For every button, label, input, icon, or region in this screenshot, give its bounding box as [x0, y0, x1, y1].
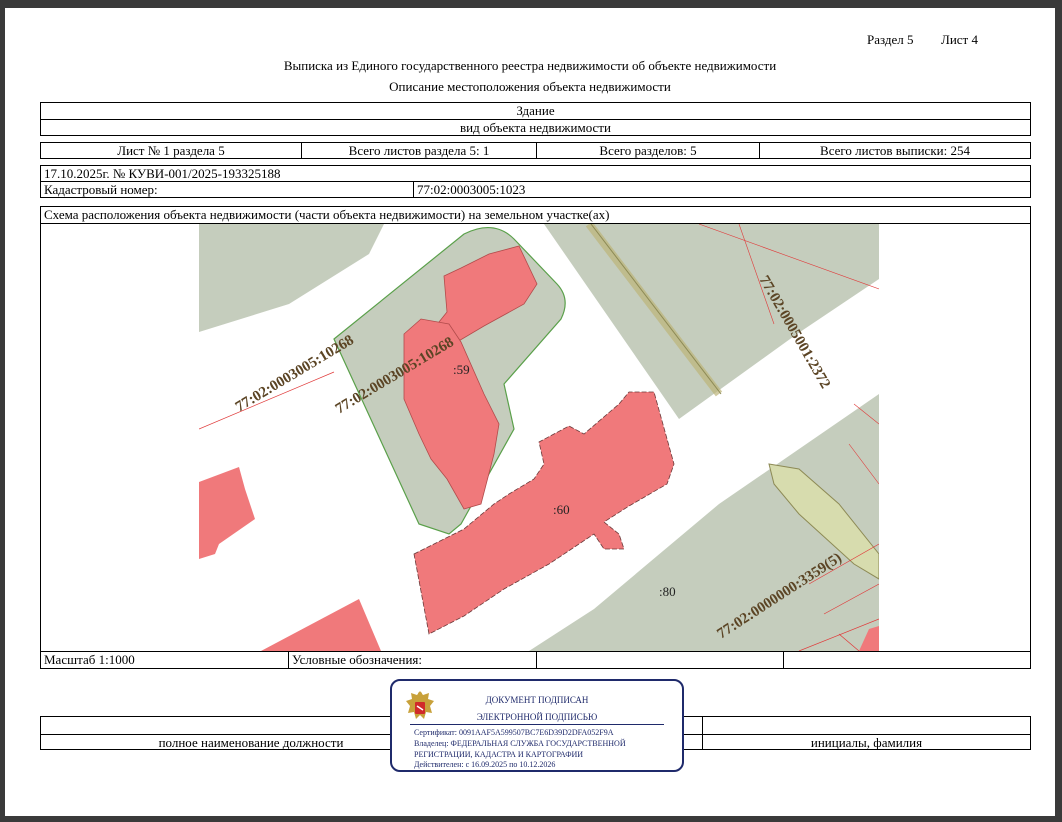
label-59: :59 — [453, 362, 470, 377]
cadastral-number: 77:02:0003005:1023 — [413, 182, 1030, 197]
cadastral-label: Кадастровый номер: — [44, 182, 158, 197]
sections-total: Всего разделов: 5 — [536, 143, 759, 158]
legend-cell-1 — [536, 652, 783, 668]
legend-row: Масштаб 1:1000 Условные обозначения: — [40, 651, 1031, 669]
name-caption: инициалы, фамилия — [810, 735, 923, 750]
map-scale: Масштаб 1:1000 — [44, 652, 135, 667]
sheets-in-section: Всего листов раздела 5: 1 — [301, 143, 536, 158]
object-type: Здание — [40, 102, 1031, 120]
label-80: :80 — [659, 584, 676, 599]
legend-cell-2 — [783, 652, 1030, 668]
object-type-caption: вид объекта недвижимости — [40, 119, 1031, 136]
map-frame: 77:02:0003005:10268 77:02:0003005:10268 … — [40, 223, 1031, 652]
stamp-line1: ДОКУМЕНТ ПОДПИСАН — [485, 695, 589, 705]
cadastral-map: 77:02:0003005:10268 77:02:0003005:10268 … — [199, 224, 879, 651]
map-caption: Схема расположения объекта недвижимости … — [40, 206, 1031, 224]
cadastral-row: Кадастровый номер: 77:02:0003005:1023 — [40, 181, 1031, 198]
extract-date-number: 17.10.2025г. № КУВИ-001/2025-193325188 — [44, 166, 281, 181]
stamp-owner-2: РЕГИСТРАЦИИ, КАДАСТРА И КАРТОГРАФИИ — [414, 750, 584, 759]
stamp-owner-1: Владелец: ФЕДЕРАЛЬНАЯ СЛУЖБА ГОСУДАРСТВЕ… — [414, 739, 626, 748]
sheet-of-section: Лист № 1 раздела 5 — [117, 143, 225, 158]
stamp-line2: ЭЛЕКТРОННОЙ ПОДПИСЬЮ — [476, 712, 598, 722]
document-page: Раздел 5 Лист 4 Выписка из Единого госуд… — [5, 8, 1055, 816]
stamp-certificate: Сертификат: 0091AAF5A599507BC7E6D39D2DFA… — [414, 728, 614, 737]
sheet-number: Лист 4 — [941, 32, 978, 47]
legend-label: Условные обозначения: — [288, 652, 536, 668]
sheets-total: Всего листов выписки: 254 — [759, 143, 1030, 158]
stamp-validity: Действителен: с 16.09.2025 по 10.12.2026 — [414, 760, 556, 769]
document-subtitle: Описание местоположения объекта недвижим… — [389, 79, 671, 94]
e-signature-stamp: ДОКУМЕНТ ПОДПИСАН ЭЛЕКТРОННОЙ ПОДПИСЬЮ С… — [390, 679, 684, 772]
document-title: Выписка из Единого государственного реес… — [283, 58, 777, 73]
section-number: Раздел 5 — [867, 32, 914, 47]
record-number-row: 17.10.2025г. № КУВИ-001/2025-193325188 — [40, 165, 1031, 182]
label-60: :60 — [553, 502, 570, 517]
sheet-info-row: Лист № 1 раздела 5 Всего листов раздела … — [40, 142, 1031, 159]
